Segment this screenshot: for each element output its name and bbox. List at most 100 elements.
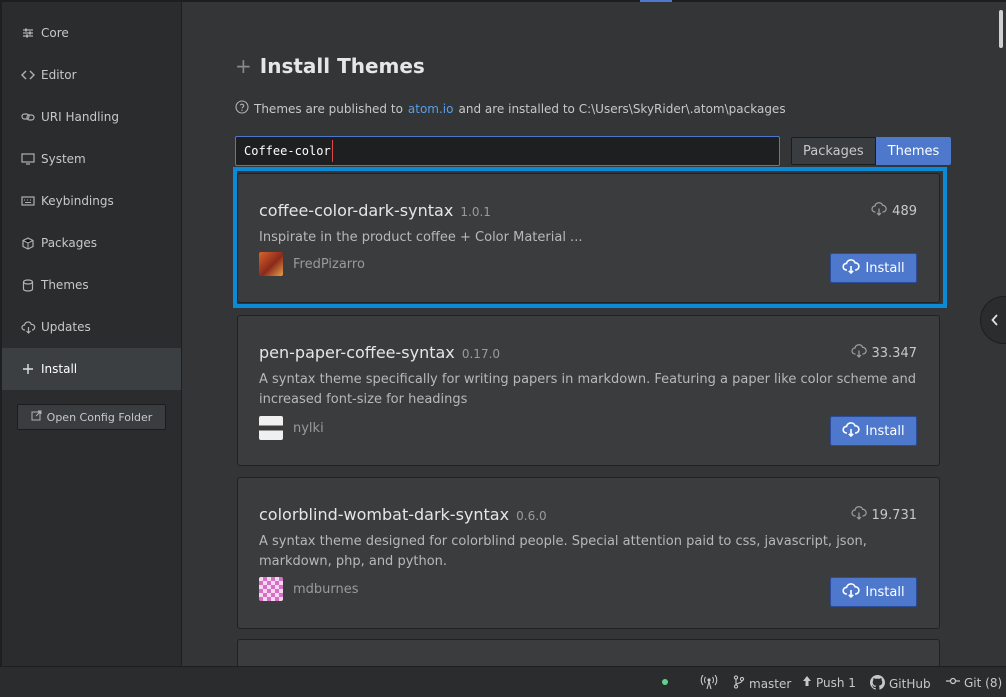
- sidebar-item-label: Packages: [41, 236, 97, 250]
- status-bar: master Push 1 GitHub Git (8): [0, 666, 1006, 697]
- scrollbar-thumb[interactable]: [999, 10, 1003, 48]
- git-commit-icon: [946, 675, 960, 690]
- open-config-label: Open Config Folder: [46, 410, 153, 424]
- sidebar-item-keybindings[interactable]: Keybindings: [2, 180, 181, 222]
- push-label: Push 1: [816, 675, 856, 690]
- package-version: 1.0.1: [460, 205, 491, 219]
- keyboard-icon: [20, 193, 36, 209]
- package-author[interactable]: mdburnes: [259, 577, 359, 601]
- github-icon: [870, 675, 885, 693]
- cloud-download-icon: [871, 202, 887, 220]
- package-name[interactable]: coffee-color-dark-syntax: [259, 201, 453, 220]
- author-name[interactable]: FredPizarro: [293, 257, 365, 272]
- install-button[interactable]: Install: [830, 577, 917, 607]
- author-name[interactable]: mdburnes: [293, 582, 359, 597]
- git-branch[interactable]: master: [733, 675, 791, 692]
- search-input-value: Coffee-color: [244, 144, 331, 158]
- install-button[interactable]: Install: [830, 253, 917, 283]
- code-icon: [20, 67, 36, 83]
- sidebar-item-label: URI Handling: [41, 110, 119, 124]
- package-title: coffee-color-dark-syntax 1.0.1: [259, 201, 491, 220]
- broadcast-icon[interactable]: [700, 675, 718, 689]
- package-description: A syntax theme specifically for writing …: [259, 372, 917, 407]
- download-count-value: 33.347: [871, 345, 918, 361]
- paintcan-icon: [20, 277, 36, 293]
- download-count: 33.347: [850, 344, 918, 362]
- package-card[interactable]: [237, 639, 940, 666]
- download-count: 19.731: [850, 506, 918, 524]
- push-button[interactable]: Push 1: [802, 675, 856, 690]
- cloud-download-icon: [850, 344, 867, 362]
- package-card[interactable]: pen-paper-coffee-syntax 0.17.0 33.347 A …: [237, 315, 940, 466]
- package-description: A syntax theme designed for colorblind p…: [259, 534, 867, 569]
- link-icon: [20, 109, 36, 125]
- page-title-text: Install Themes: [259, 54, 425, 78]
- external-link-icon: [31, 410, 42, 424]
- package-title: colorblind-wombat-dark-syntax 0.6.0: [259, 505, 547, 524]
- author-name[interactable]: nylki: [293, 421, 324, 436]
- sidebar-item-label: Install: [41, 362, 78, 376]
- package-icon: [20, 235, 36, 251]
- sidebar-item-label: Updates: [41, 320, 91, 334]
- themes-toggle-button[interactable]: Themes: [875, 137, 952, 165]
- sidebar-item-label: Themes: [41, 278, 89, 292]
- sidebar-item-label: Keybindings: [41, 194, 114, 208]
- git-label: Git (8): [964, 675, 1003, 690]
- install-button[interactable]: Install: [830, 416, 917, 446]
- sidebar-item-label: Editor: [41, 68, 77, 82]
- sidebar-item-packages[interactable]: Packages: [2, 222, 181, 264]
- search-input[interactable]: Coffee-color: [235, 136, 780, 166]
- download-count-value: 489: [892, 203, 917, 219]
- arrow-up-icon: [802, 675, 812, 690]
- sidebar-item-install[interactable]: Install: [2, 348, 181, 390]
- install-button-label: Install: [865, 260, 905, 276]
- sidebar-item-system[interactable]: System: [2, 138, 181, 180]
- package-author[interactable]: nylki: [259, 416, 324, 440]
- sidebar-item-core[interactable]: Core: [2, 12, 181, 54]
- git-branch-icon: [733, 675, 745, 692]
- plus-icon: +: [235, 54, 252, 78]
- open-config-folder-button[interactable]: Open Config Folder: [17, 404, 166, 430]
- sliders-icon: [20, 25, 36, 41]
- dock-toggle-button[interactable]: [980, 296, 1006, 344]
- cloud-download-icon: [850, 506, 867, 524]
- sidebar-item-uri-handling[interactable]: URI Handling: [2, 96, 181, 138]
- package-title: pen-paper-coffee-syntax 0.17.0: [259, 343, 500, 362]
- info-text: Themes are published to atom.io and are …: [235, 100, 786, 117]
- question-icon: [235, 100, 249, 117]
- download-count-value: 19.731: [871, 507, 918, 523]
- packages-toggle-button[interactable]: Packages: [791, 137, 876, 165]
- package-name[interactable]: colorblind-wombat-dark-syntax: [259, 505, 509, 524]
- github-label: GitHub: [889, 677, 931, 691]
- install-panel: + Install Themes Themes are published to…: [182, 2, 1006, 666]
- cloud-download-icon: [842, 421, 861, 441]
- package-name[interactable]: pen-paper-coffee-syntax: [259, 343, 455, 362]
- package-version: 0.6.0: [516, 509, 547, 523]
- chevron-left-icon: [991, 311, 999, 330]
- avatar: [259, 577, 283, 601]
- cloud-download-icon: [842, 582, 861, 602]
- atom-io-link[interactable]: atom.io: [408, 102, 454, 116]
- package-card[interactable]: coffee-color-dark-syntax 1.0.1 489 Inspi…: [237, 173, 940, 303]
- sidebar-item-label: System: [41, 152, 86, 166]
- text-caret: [331, 140, 333, 162]
- avatar: [259, 252, 283, 276]
- sidebar-item-themes[interactable]: Themes: [2, 264, 181, 306]
- package-type-toggle: Packages Themes: [791, 137, 952, 165]
- cloud-download-icon: [20, 319, 36, 335]
- package-author[interactable]: FredPizarro: [259, 252, 365, 276]
- sidebar-item-editor[interactable]: Editor: [2, 54, 181, 96]
- cloud-download-icon: [842, 258, 861, 278]
- package-card[interactable]: colorblind-wombat-dark-syntax 0.6.0 19.7…: [237, 477, 940, 629]
- sidebar-item-updates[interactable]: Updates: [2, 306, 181, 348]
- git-button[interactable]: Git (8): [946, 675, 1002, 690]
- sidebar-item-label: Core: [41, 26, 69, 40]
- page-title: + Install Themes: [235, 54, 425, 78]
- install-button-label: Install: [865, 423, 905, 439]
- github-button[interactable]: GitHub: [870, 675, 931, 693]
- package-version: 0.17.0: [461, 347, 501, 361]
- status-dot: [662, 679, 668, 685]
- download-count: 489: [871, 202, 917, 220]
- monitor-icon: [20, 151, 36, 167]
- settings-sidebar: Core Editor URI Handling System Keybindi…: [2, 2, 182, 666]
